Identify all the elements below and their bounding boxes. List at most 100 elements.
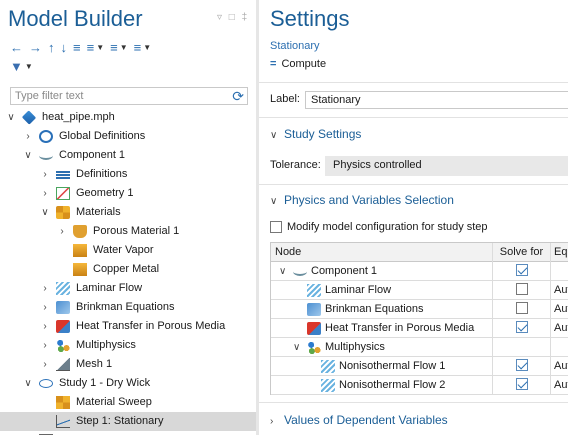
refresh-icon[interactable]: ⟳ (232, 88, 244, 104)
tree-node[interactable]: Material Sweep (0, 393, 256, 412)
solve-for-checkbox[interactable] (515, 359, 528, 372)
arrow-up-icon[interactable]: ↑ (48, 41, 55, 55)
study-settings-section-header[interactable]: ∨ Study Settings (270, 127, 361, 141)
node-label: Component 1 (311, 265, 378, 277)
pin-icon[interactable]: ▼ (10, 60, 23, 74)
component-icon (293, 267, 307, 276)
tree-node[interactable]: › Definitions (0, 165, 256, 184)
table-row[interactable]: Brinkman Equations Aut (271, 300, 568, 319)
tree-node[interactable]: › Results (0, 431, 256, 435)
tolerance-select[interactable]: Physics controlled (325, 156, 568, 176)
equation-form-cell[interactable]: Aut (551, 357, 568, 376)
solve-for-checkbox[interactable] (515, 283, 528, 296)
table-row[interactable]: ∨ Component 1 (271, 262, 568, 281)
geometry-icon (56, 187, 70, 200)
table-row[interactable]: ∨ Multiphysics (271, 338, 568, 357)
modify-config-checkbox-row[interactable]: Modify model configuration for study ste… (270, 221, 488, 234)
tree-node-label: Porous Material 1 (93, 225, 180, 237)
model-builder-panel: Model Builder ▿ □ ‡ ← → ↑ ↓ ≡ ≡ ▼ ≡ ▼ ≡ ▼ ▼… (0, 0, 256, 435)
chevron-down-icon[interactable]: ▼ (96, 41, 104, 55)
tree-node[interactable]: › Global Definitions (0, 127, 256, 146)
collapse-icon[interactable]: ≡ (87, 41, 95, 55)
arrow-down-icon[interactable]: ↓ (61, 41, 68, 55)
table-row[interactable]: Nonisothermal Flow 1 Aut (271, 357, 568, 376)
mesh-icon (56, 358, 70, 371)
tree-node[interactable]: ∨ Study 1 - Dry Wick (0, 374, 256, 393)
collapse-toggle-icon[interactable]: › (40, 184, 50, 203)
tree-node[interactable]: › Heat Transfer in Porous Media (0, 317, 256, 336)
dependent-variables-section-header[interactable]: › Values of Dependent Variables (270, 413, 448, 427)
equation-form-cell[interactable]: Aut (551, 319, 568, 338)
tree-node[interactable]: › Laminar Flow (0, 279, 256, 298)
collapse-toggle-icon[interactable]: › (40, 336, 50, 355)
window-controls[interactable]: ▿ □ ‡ (217, 12, 249, 23)
collapse-toggle-icon[interactable]: › (40, 355, 50, 374)
equation-form-cell[interactable] (551, 262, 568, 281)
tree-node[interactable]: ∨ Component 1 (0, 146, 256, 165)
column-header-solve-for[interactable]: Solve for (493, 243, 551, 262)
collapse-toggle-icon[interactable]: › (40, 317, 50, 336)
chevron-down-icon[interactable]: ▼ (25, 60, 33, 74)
equation-form-cell[interactable]: Aut (551, 281, 568, 300)
expand-toggle-icon[interactable]: ∨ (23, 374, 33, 393)
expand-toggle-icon[interactable]: ∨ (6, 108, 16, 127)
column-header-node[interactable]: Node (271, 243, 493, 262)
tree-node-label: Step 1: Stationary (76, 415, 164, 427)
solve-for-checkbox[interactable] (515, 302, 528, 315)
expand-toggle-icon[interactable]: ∨ (23, 146, 33, 165)
table-row[interactable]: Heat Transfer in Porous Media Aut (271, 319, 568, 338)
table-row[interactable]: Nonisothermal Flow 2 Aut (271, 376, 568, 395)
show-icon[interactable]: ≡ (73, 41, 81, 55)
node-cell: Heat Transfer in Porous Media (271, 319, 493, 338)
filter-input[interactable] (11, 88, 221, 104)
tree-node-label: Brinkman Equations (76, 301, 175, 313)
menu-icon[interactable]: ≡ (134, 41, 142, 55)
column-header-equation[interactable]: Eq (551, 243, 568, 262)
tree-node[interactable]: › Porous Material 1 (0, 222, 256, 241)
collapse-toggle-icon[interactable]: › (40, 165, 50, 184)
modify-config-checkbox[interactable] (270, 221, 282, 234)
expand-toggle-icon[interactable]: ∨ (279, 262, 286, 281)
compute-button[interactable]: = Compute (270, 58, 326, 70)
multiphysics-icon (56, 339, 70, 352)
label-input[interactable]: Stationary (305, 91, 568, 109)
collapse-toggle-icon[interactable]: › (23, 127, 33, 146)
solve-for-checkbox[interactable] (515, 264, 528, 277)
table-row[interactable]: Laminar Flow Aut (271, 281, 568, 300)
model-builder-toolbar: ← → ↑ ↓ ≡ ≡ ▼ ≡ ▼ ≡ ▼ (10, 40, 151, 56)
divider (259, 82, 568, 83)
equation-form-cell[interactable] (551, 338, 568, 357)
solve-for-checkbox[interactable] (515, 378, 528, 391)
chevron-down-icon[interactable]: ▼ (120, 41, 128, 55)
expand-toggle-icon[interactable]: ∨ (40, 203, 50, 222)
tree-node[interactable]: Copper Metal (0, 260, 256, 279)
node-label: Heat Transfer in Porous Media (325, 322, 475, 334)
tree-node[interactable]: Step 1: Stationary (0, 412, 256, 431)
tree-node[interactable]: ∨ Materials (0, 203, 256, 222)
tree-node-label: Multiphysics (76, 339, 136, 351)
chevron-down-icon[interactable]: ▼ (143, 41, 151, 55)
collapse-toggle-icon[interactable]: › (40, 279, 50, 298)
collapse-toggle-icon[interactable]: › (23, 431, 33, 435)
physics-section-header[interactable]: ∨ Physics and Variables Selection (270, 193, 454, 207)
tree-node[interactable]: Water Vapor (0, 241, 256, 260)
arrow-right-icon[interactable]: → (29, 41, 42, 55)
divider (259, 184, 568, 185)
tree-node[interactable]: › Mesh 1 (0, 355, 256, 374)
tree-node[interactable]: › Brinkman Equations (0, 298, 256, 317)
tree-node[interactable]: › Geometry 1 (0, 184, 256, 203)
equation-form-cell[interactable]: Aut (551, 300, 568, 319)
settings-subtitle: Stationary (270, 40, 320, 52)
tree-node[interactable]: ∨ heat_pipe.mph (0, 108, 256, 127)
equation-form-cell[interactable]: Aut (551, 376, 568, 395)
brinkman-icon (307, 303, 321, 316)
tree-node[interactable]: › Multiphysics (0, 336, 256, 355)
collapse-toggle-icon[interactable]: › (40, 298, 50, 317)
expand-toggle-icon[interactable]: ∨ (293, 338, 300, 357)
heat-transfer-icon (307, 322, 321, 335)
label-input-value: Stationary (311, 94, 361, 106)
collapse-toggle-icon[interactable]: › (57, 222, 67, 241)
arrow-left-icon[interactable]: ← (10, 41, 23, 55)
solve-for-checkbox[interactable] (515, 321, 528, 334)
expand-icon[interactable]: ≡ (110, 41, 118, 55)
